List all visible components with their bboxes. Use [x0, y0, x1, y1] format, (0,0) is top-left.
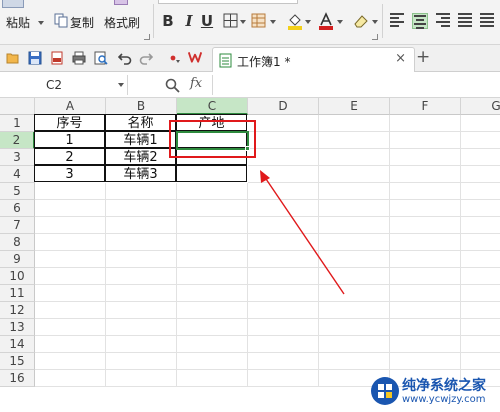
- bold-button[interactable]: B: [159, 11, 177, 31]
- watermark-url: www.ycwjzy.com: [402, 394, 486, 405]
- ribbon-separator: [382, 4, 383, 38]
- cell-style-icon[interactable]: [251, 13, 266, 28]
- windows-logo-icon: [371, 377, 399, 405]
- annotation-arrow-shaft: [263, 175, 345, 295]
- undo-icon[interactable]: [118, 51, 132, 65]
- print-icon[interactable]: [72, 51, 86, 65]
- distributed-align-icon[interactable]: [480, 13, 496, 29]
- paste-icon[interactable]: [2, 0, 24, 8]
- fill-color-dropdown-icon[interactable]: [305, 20, 311, 24]
- formula-bar: C2 fx: [0, 73, 500, 98]
- new-tab-button[interactable]: +: [416, 47, 430, 67]
- underline-button[interactable]: U: [198, 11, 216, 31]
- borders-dropdown-icon[interactable]: [240, 20, 246, 24]
- ribbon-separator: [153, 4, 154, 38]
- tab-workbook1[interactable]: 工作簿1 * ×: [212, 47, 415, 72]
- quick-access-toolbar: 工作簿1 * × +: [0, 45, 500, 72]
- export-pdf-icon[interactable]: [50, 51, 64, 65]
- paste-button[interactable]: 粘贴: [6, 14, 30, 31]
- spreadsheet-doc-icon: [219, 53, 232, 68]
- print-preview-icon[interactable]: [94, 51, 108, 65]
- close-tab-icon[interactable]: ×: [395, 51, 406, 66]
- font-color-icon[interactable]: [318, 12, 334, 30]
- fill-color-icon[interactable]: [287, 12, 303, 30]
- annotation-arrow: [260, 170, 345, 295]
- save-icon[interactable]: [28, 51, 42, 65]
- format-painter-button[interactable]: 格式刷: [104, 14, 140, 31]
- align-right-icon[interactable]: [436, 13, 452, 29]
- wps-logo-icon[interactable]: [188, 50, 202, 64]
- align-left-icon[interactable]: [390, 13, 406, 29]
- annotation-arrow-head: [260, 170, 270, 183]
- font-name-combo[interactable]: [158, 0, 298, 4]
- name-box[interactable]: C2: [0, 75, 128, 95]
- tab-title: 工作簿1 *: [237, 55, 291, 69]
- borders-icon[interactable]: [223, 13, 238, 28]
- redo-icon[interactable]: [139, 51, 153, 65]
- watermark-title: 纯净系统之家: [402, 378, 486, 394]
- copy-icon: [54, 13, 68, 28]
- spreadsheet-grid[interactable]: ABCDEFG 1 2 3 4 5 6 7 8 9 10 11 12 13 14 15 16 序号 名称 产地 1 车…: [0, 98, 500, 412]
- clear-format-dropdown-icon[interactable]: [372, 20, 378, 24]
- name-box-dropdown-icon[interactable]: [118, 83, 124, 87]
- paste-dropdown-icon[interactable]: [38, 21, 44, 25]
- ribbon: 粘贴 复制 格式刷 B I U: [0, 0, 500, 45]
- italic-button[interactable]: I: [180, 11, 198, 31]
- font-dialog-launcher-icon[interactable]: [372, 34, 378, 40]
- name-box-value: C2: [46, 78, 63, 92]
- justify-icon[interactable]: [458, 13, 474, 29]
- insert-function-button[interactable]: fx: [190, 76, 202, 91]
- align-center-icon[interactable]: [412, 13, 428, 29]
- formula-input[interactable]: [212, 75, 500, 95]
- customize-toolbar-icon[interactable]: [167, 51, 181, 65]
- open-folder-icon[interactable]: [6, 51, 20, 65]
- site-watermark: 纯净系统之家 www.ycwjzy.com: [368, 372, 500, 412]
- font-color-dropdown-icon[interactable]: [337, 20, 343, 24]
- copy-button[interactable]: 复制: [70, 14, 94, 31]
- format-painter-icon: [114, 0, 128, 5]
- clipboard-dialog-launcher-icon[interactable]: [144, 34, 150, 40]
- clear-format-icon[interactable]: [353, 12, 369, 30]
- cell-style-dropdown-icon[interactable]: [270, 20, 276, 24]
- zoom-search-icon[interactable]: [165, 78, 180, 93]
